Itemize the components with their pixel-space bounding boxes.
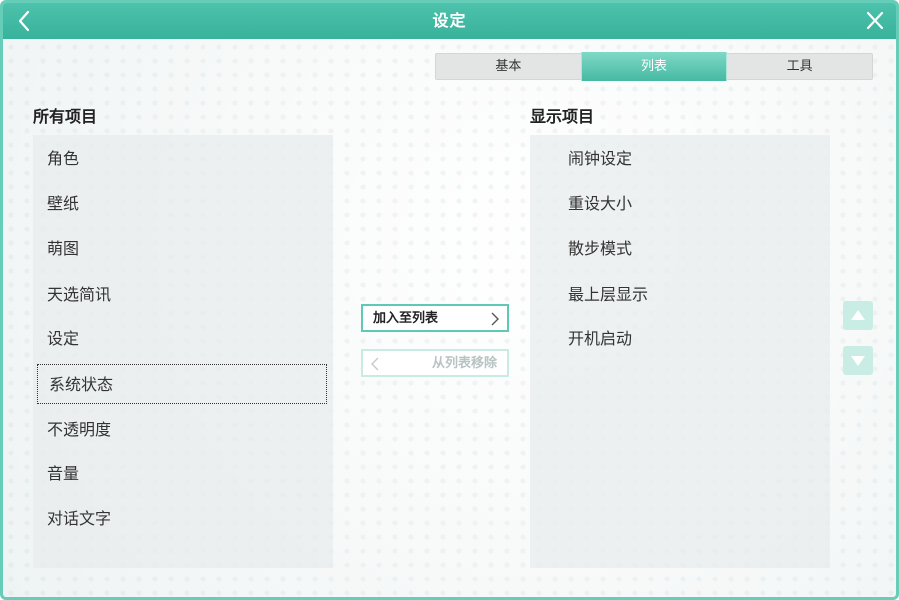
list-item[interactable]: 天选简讯	[33, 275, 325, 314]
list-item[interactable]: 音量	[33, 454, 325, 493]
list-item[interactable]: 散步模式	[530, 229, 830, 268]
list-item[interactable]: 重设大小	[530, 184, 830, 223]
move-down-button[interactable]	[843, 346, 873, 375]
chevron-left-icon	[371, 357, 379, 371]
list-item[interactable]: 壁纸	[33, 184, 325, 223]
list-item[interactable]: 角色	[33, 139, 325, 178]
list-item[interactable]: 不透明度	[33, 410, 325, 449]
move-up-button[interactable]	[843, 301, 873, 330]
title-bar: 设定	[3, 3, 896, 39]
tab-tools[interactable]: 工具	[727, 54, 872, 79]
tab-bar: 基本 列表 工具	[435, 52, 873, 81]
add-to-list-label: 加入至列表	[373, 311, 439, 326]
shown-items-title: 显示项目	[530, 107, 595, 126]
triangle-up-icon	[851, 310, 865, 320]
shown-items-list[interactable]: 闹钟设定 重设大小 散步模式 最上层显示 开机启动	[530, 135, 830, 568]
list-item[interactable]: 对话文字	[33, 499, 325, 538]
all-items-list[interactable]: 角色 壁纸 萌图 天选简讯 设定 系统状态 不透明度 音量 对话文字	[33, 135, 333, 568]
remove-from-list-label: 从列表移除	[431, 356, 497, 371]
remove-from-list-button[interactable]: 从列表移除	[361, 349, 509, 377]
window-title: 设定	[432, 11, 467, 30]
list-item[interactable]: 闹钟设定	[530, 139, 830, 178]
list-item[interactable]: 设定	[33, 319, 325, 358]
list-item-selected[interactable]: 系统状态	[37, 364, 327, 404]
list-item-label: 系统状态	[49, 375, 114, 394]
list-item[interactable]: 开机启动	[530, 319, 830, 358]
all-items-title: 所有项目	[33, 107, 98, 126]
chevron-right-icon	[491, 312, 499, 326]
close-button[interactable]	[860, 7, 890, 35]
settings-window: 设定 基本 列表 工具 所有项目 显示项目 角色 壁纸 萌图 天选简讯 设定 系…	[0, 0, 899, 600]
tab-list[interactable]: 列表	[580, 52, 728, 81]
triangle-down-icon	[851, 356, 865, 366]
tab-basic[interactable]: 基本	[436, 54, 581, 79]
close-icon	[866, 11, 884, 30]
list-item[interactable]: 最上层显示	[530, 275, 830, 314]
list-item[interactable]: 萌图	[33, 229, 325, 268]
add-to-list-button[interactable]: 加入至列表	[361, 304, 509, 332]
